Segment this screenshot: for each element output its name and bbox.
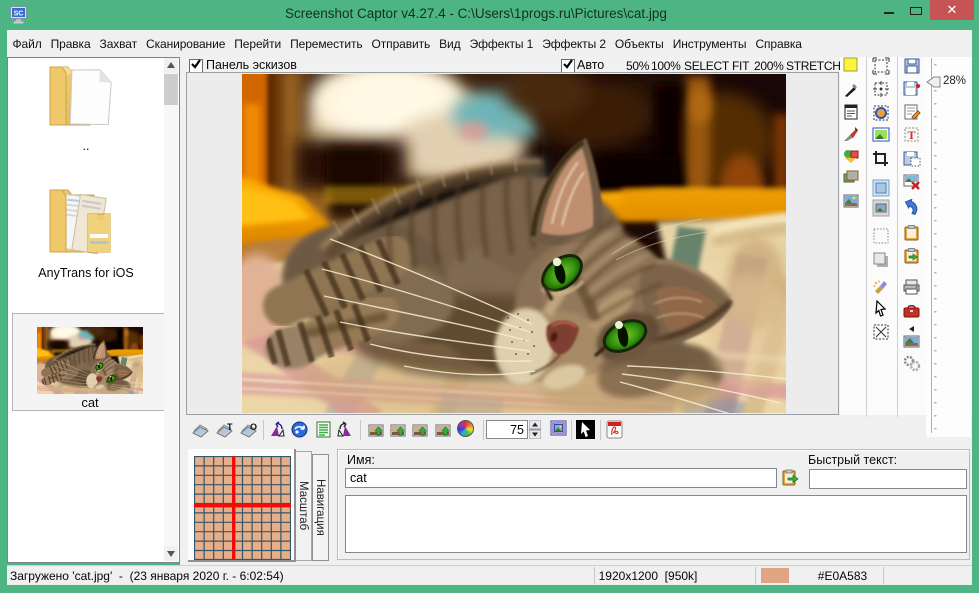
svg-text:T: T: [907, 128, 915, 142]
svg-text:SC: SC: [14, 11, 24, 18]
svg-text:T: T: [227, 422, 233, 432]
svg-text:O: O: [250, 422, 257, 432]
